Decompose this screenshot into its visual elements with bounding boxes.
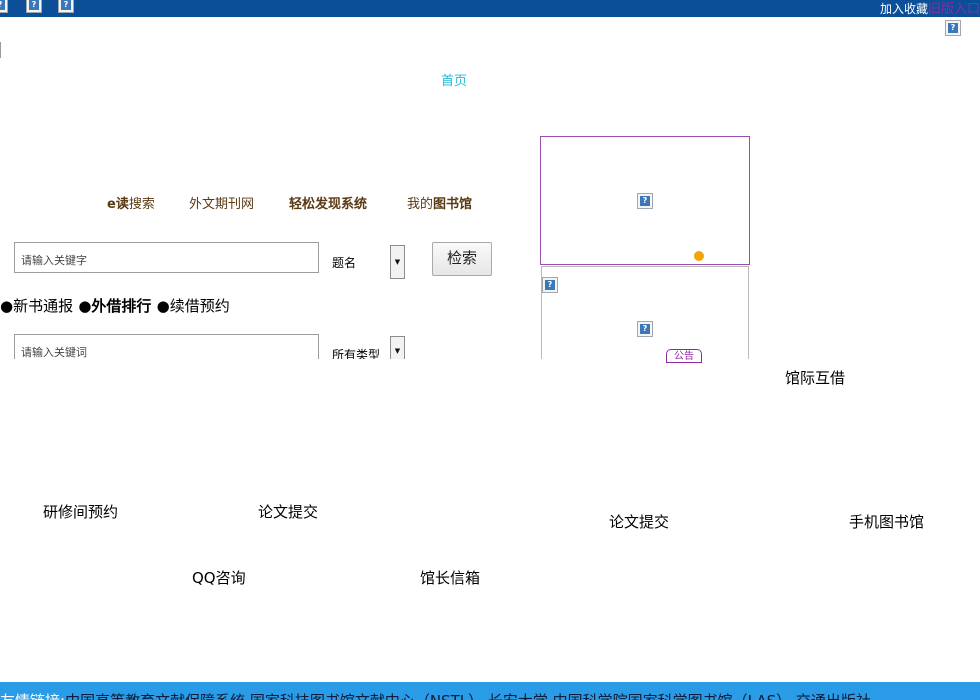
banner-slideshow[interactable]: ? [540, 136, 750, 265]
old-version-link[interactable]: 旧版入口 [928, 2, 980, 17]
notice-panel: ? [541, 266, 749, 359]
friendly-links-label: 友情链接: [0, 692, 65, 700]
director-mailbox-link[interactable]: 馆长信箱 [420, 567, 480, 588]
broken-image-icon: ? [637, 193, 653, 209]
tab-e-read-suffix: 搜索 [128, 197, 155, 212]
broken-image-icon[interactable]: ? [0, 0, 8, 13]
friendly-links-list[interactable]: 中国高等教育文献保障系统 国家科技图书馆文献中心（NSTL） 长安大学 中国科学… [65, 692, 871, 700]
mobile-library-link[interactable]: 手机图书馆 [849, 511, 924, 532]
footer-links-bar: 友情链接:中国高等教育文献保障系统 国家科技图书馆文献中心（NSTL） 长安大学… [0, 682, 980, 700]
loan-ranking-link[interactable]: ●外借排行 ● [73, 297, 169, 315]
slide-indicator-dot[interactable] [694, 251, 704, 261]
tab-e-read-search[interactable]: e读搜索 [107, 193, 155, 212]
keyword-search-input[interactable]: 请输入关键字 [14, 242, 319, 273]
top-right-links: 加入收藏旧版入口 [880, 0, 980, 17]
quick-links: ●新书通报 ●外借排行 ●续借预约 [0, 295, 230, 316]
add-favorite-link[interactable]: 加入收藏 [880, 2, 928, 16]
clipped-region [0, 359, 540, 389]
search-button[interactable]: 检索 [432, 242, 492, 276]
chevron-down-icon[interactable]: ▼ [390, 245, 405, 279]
divider [0, 42, 1, 58]
broken-image-icon[interactable]: ? [26, 0, 42, 13]
tab-discovery-system[interactable]: 轻松发现系统 [289, 193, 367, 212]
qq-consult-link[interactable]: QQ咨询 [192, 567, 246, 588]
tab-my-library-suffix: 图书馆 [433, 197, 473, 212]
notice-tab[interactable]: 公告 [666, 349, 702, 363]
tab-my-library[interactable]: 我的图书馆 [407, 193, 472, 212]
tab-foreign-journals[interactable]: 外文期刊网 [189, 193, 254, 212]
search-field-select-value[interactable]: 题名 [332, 254, 356, 271]
tab-e-read-prefix: e读 [107, 197, 129, 212]
study-room-booking-link[interactable]: 研修间预约 [43, 501, 118, 522]
thesis-submit-link[interactable]: 论文提交 [258, 501, 318, 522]
renew-reserve-link[interactable]: 续借预约 [170, 297, 230, 315]
broken-image-icon: ? [637, 321, 653, 337]
nav-home-link[interactable]: 首页 [441, 70, 467, 89]
top-bar: ? ? ? 加入收藏旧版入口 [0, 0, 980, 17]
tab-my-library-prefix: 我的 [407, 197, 434, 212]
new-books-link[interactable]: ●新书通报 [0, 297, 73, 315]
broken-image-icon[interactable]: ? [58, 0, 74, 13]
broken-image-icon[interactable]: ? [945, 20, 961, 36]
thesis-submit-link-2[interactable]: 论文提交 [609, 511, 669, 532]
footer-links: 友情链接:中国高等教育文献保障系统 国家科技图书馆文献中心（NSTL） 长安大学… [0, 690, 871, 700]
interlibrary-loan-link[interactable]: 馆际互借 [785, 367, 845, 388]
